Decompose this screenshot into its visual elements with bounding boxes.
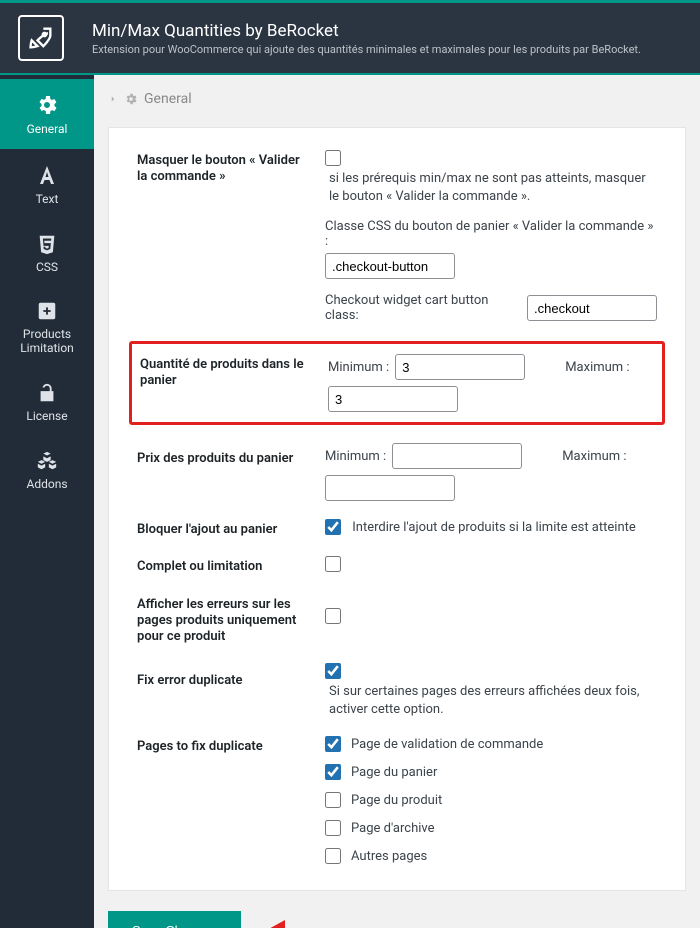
field-label: Quantité de produits dans le panier (140, 354, 328, 412)
field-label: Masquer le bouton « Valider la commande … (137, 150, 325, 323)
pages-fix-label: Page de validation de commande (351, 737, 543, 752)
max-label: Maximum : (562, 449, 626, 464)
breadcrumb-current: General (144, 91, 192, 107)
min-label: Minimum : (328, 360, 389, 375)
fix-duplicate-checkbox[interactable] (325, 663, 341, 679)
pages-fix-checkbox[interactable] (325, 736, 341, 752)
pages-fix-checkbox[interactable] (325, 764, 341, 780)
sidebar-item-text[interactable]: Text (0, 149, 94, 219)
app-title: Min/Max Quantities by BeRocket (92, 21, 682, 41)
pages-fix-checkbox[interactable] (325, 792, 341, 808)
widget-class-input[interactable] (527, 295, 657, 321)
css3-icon (36, 233, 58, 255)
sidebar-item-label: Products Limitation (4, 328, 90, 356)
sidebar: General Text CSS Products Limitation Lic… (0, 75, 94, 928)
row-block-add: Bloquer l'ajout au panier Interdire l'aj… (137, 519, 657, 538)
sidebar-item-label: Text (4, 193, 90, 207)
plus-square-icon (36, 300, 58, 322)
rocket-icon (27, 24, 55, 52)
pages-fix-label: Page du produit (351, 793, 442, 808)
show-errors-checkbox[interactable] (325, 608, 341, 624)
block-add-checkbox[interactable] (325, 519, 341, 535)
qty-min-input[interactable] (395, 354, 525, 380)
sidebar-item-addons[interactable]: Addons (0, 436, 94, 504)
max-label: Maximum : (565, 360, 629, 375)
min-label: Minimum : (325, 449, 386, 464)
settings-panel: Masquer le bouton « Valider la commande … (108, 127, 686, 891)
pages-fix-option: Page du produit (325, 792, 657, 808)
row-show-errors: Afficher les erreurs sur les pages produ… (137, 594, 657, 646)
price-min-input[interactable] (392, 443, 522, 469)
fix-duplicate-hint: Si sur certaines pages des erreurs affic… (329, 683, 657, 718)
highlight-quantity: Quantité de produits dans le panier Mini… (129, 341, 665, 425)
save-button[interactable]: Save Changes (108, 911, 241, 928)
breadcrumb: General (108, 91, 686, 107)
gear-icon (124, 92, 138, 106)
app-logo (18, 15, 64, 61)
pages-fix-option: Page de validation de commande (325, 736, 657, 752)
cubes-icon (36, 450, 58, 472)
sidebar-item-label: CSS (4, 261, 90, 275)
row-pages-fix: Pages to fix duplicate Page de validatio… (137, 736, 657, 864)
hide-checkout-checkbox[interactable] (325, 150, 341, 166)
pages-fix-label: Autres pages (351, 849, 427, 864)
pages-fix-label: Page du panier (351, 765, 437, 780)
sidebar-item-label: General (4, 123, 90, 137)
qty-max-input[interactable] (328, 386, 458, 412)
row-price: Prix des produits du panier Minimum : Ma… (137, 443, 657, 501)
field-label: Fix error duplicate (137, 663, 325, 718)
app-header: Min/Max Quantities by BeRocket Extension… (0, 0, 700, 75)
chevron-right-icon (108, 94, 118, 104)
sidebar-item-license[interactable]: License (0, 368, 94, 436)
main-content: General Masquer le bouton « Valider la c… (94, 75, 700, 928)
field-label: Complet ou limitation (137, 556, 325, 575)
pages-fix-checkbox[interactable] (325, 820, 341, 836)
sidebar-item-label: Addons (4, 478, 90, 492)
sidebar-item-general[interactable]: General (0, 79, 94, 149)
field-label: Bloquer l'ajout au panier (137, 519, 325, 538)
app-subtitle: Extension pour WooCommerce qui ajoute de… (92, 43, 682, 56)
css-class-input[interactable] (325, 253, 455, 279)
unlock-icon (36, 382, 58, 404)
pages-fix-option: Page d'archive (325, 820, 657, 836)
attention-arrow (265, 922, 365, 928)
row-fix-duplicate: Fix error duplicate Si sur certaines pag… (137, 663, 657, 718)
pages-fix-label: Page d'archive (351, 821, 435, 836)
pages-fix-option: Page du panier (325, 764, 657, 780)
block-add-text: Interdire l'ajout de produits si la limi… (352, 520, 636, 535)
gear-icon (35, 93, 59, 117)
pages-fix-option: Autres pages (325, 848, 657, 864)
font-icon (35, 163, 59, 187)
sidebar-item-label: License (4, 410, 90, 424)
sidebar-item-products-limitation[interactable]: Products Limitation (0, 286, 94, 368)
pages-fix-checkbox[interactable] (325, 848, 341, 864)
field-label: Pages to fix duplicate (137, 736, 325, 864)
row-quantity: Quantité de produits dans le panier Mini… (140, 354, 654, 412)
css-class-label: Classe CSS du bouton de panier « Valider… (325, 219, 657, 249)
field-label: Afficher les erreurs sur les pages produ… (137, 594, 325, 646)
price-max-input[interactable] (325, 475, 455, 501)
row-full-or-limitation: Complet ou limitation (137, 556, 657, 575)
widget-class-label: Checkout widget cart button class: (325, 293, 521, 323)
full-limitation-checkbox[interactable] (325, 556, 341, 572)
row-hide-checkout: Masquer le bouton « Valider la commande … (137, 150, 657, 323)
hide-checkout-hint: si les prérequis min/max ne sont pas att… (329, 170, 657, 205)
field-label: Prix des produits du panier (137, 443, 325, 501)
sidebar-item-css[interactable]: CSS (0, 219, 94, 287)
